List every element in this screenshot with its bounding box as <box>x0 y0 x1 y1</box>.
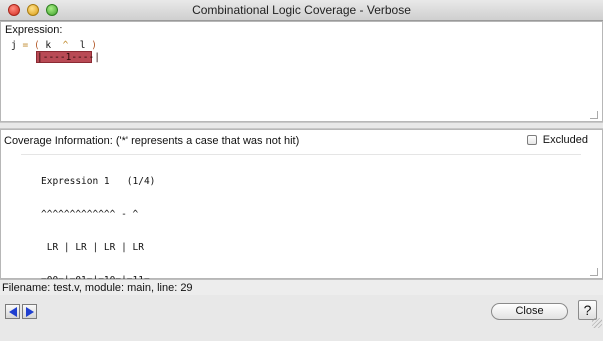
excluded-label: Excluded <box>542 134 588 146</box>
subexpression-highlight[interactable]: |----1----| <box>36 51 100 63</box>
coverage-line: LR | LR | LR | LR <box>41 242 144 253</box>
expression-assign: = <box>22 40 29 51</box>
coverage-line: ^^^^^^^^^^^^^ - ^ <box>41 209 139 220</box>
expression-lparen: ( <box>33 40 40 51</box>
pane-resize-icon <box>590 268 598 276</box>
pane-resize-icon <box>590 111 598 119</box>
coverage-info-label: Coverage Information: ('*' represents a … <box>4 135 300 147</box>
excluded-checkbox[interactable] <box>526 135 537 145</box>
status-text: Filename: test.v, module: main, line: 29 <box>2 282 193 294</box>
next-button[interactable] <box>22 304 37 319</box>
expression-rparen: ) <box>91 40 97 51</box>
expression-operator: ^ <box>62 40 69 51</box>
split-divider[interactable] <box>0 122 603 129</box>
expression-text: j = ( k ^ l ) <box>11 40 97 51</box>
expression-label: Expression: <box>5 24 63 36</box>
coverage-pane[interactable]: Coverage Information: ('*' represents a … <box>0 129 603 319</box>
right-arrow-icon <box>25 306 34 317</box>
expression-var-k: k <box>45 40 52 51</box>
help-button[interactable]: ? <box>578 300 597 320</box>
title-bar: Combinational Logic Coverage - Verbose <box>0 0 603 21</box>
status-bar: Filename: test.v, module: main, line: 29 <box>0 279 603 295</box>
left-arrow-icon <box>8 306 17 317</box>
expression-var-l: l <box>79 40 86 51</box>
expression-pane[interactable]: Expression: j = ( k ^ l ) |----1----| <box>0 21 603 122</box>
bottom-toolbar: Close ? <box>0 295 603 329</box>
previous-button[interactable] <box>5 304 20 319</box>
coverage-line: Expression 1 (1/4) <box>41 176 156 187</box>
window-resize-icon[interactable] <box>592 318 602 328</box>
expression-lhs: j <box>11 40 17 51</box>
window-title: Combinational Logic Coverage - Verbose <box>192 3 411 17</box>
excluded-toggle[interactable]: Excluded <box>526 134 588 146</box>
close-button[interactable]: Close <box>491 303 568 320</box>
